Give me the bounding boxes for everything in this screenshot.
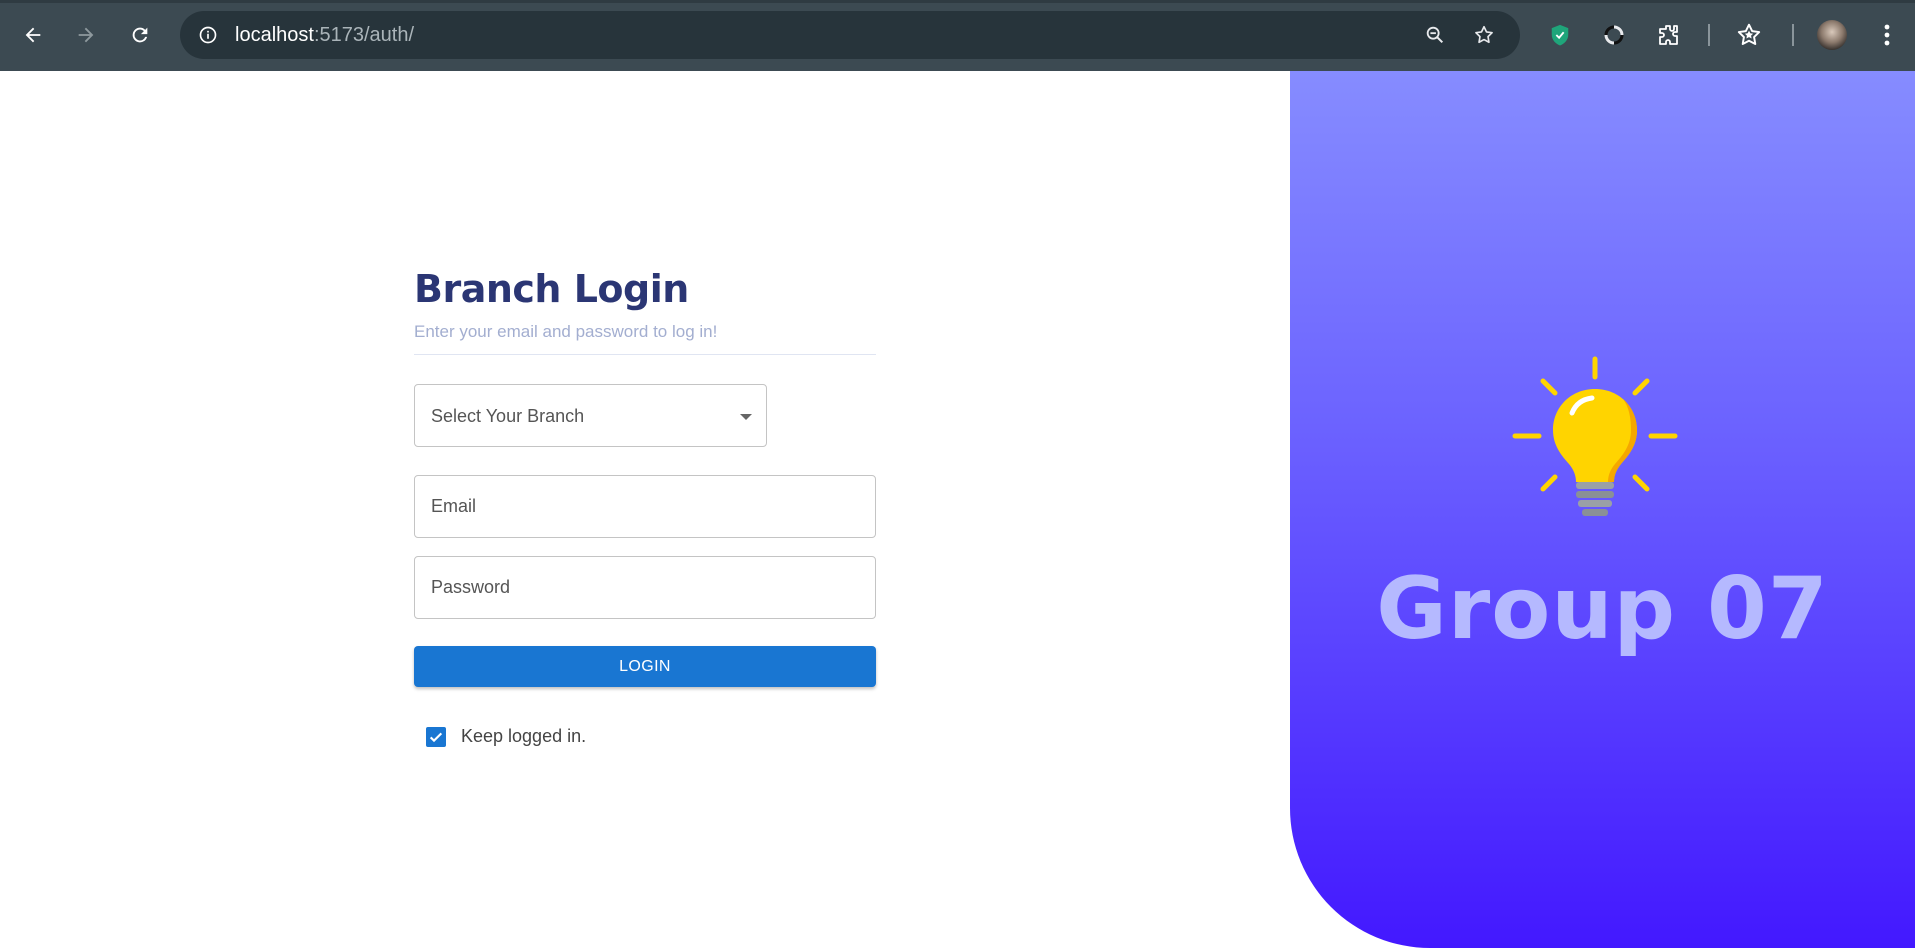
divider xyxy=(414,354,876,355)
keep-logged-in[interactable]: Keep logged in. xyxy=(426,726,586,747)
sync-extension-icon[interactable] xyxy=(1599,20,1629,50)
url-text[interactable]: localhost:5173/auth/ xyxy=(235,24,414,47)
login-form: Branch Login Enter your email and passwo… xyxy=(414,262,876,747)
password-field[interactable] xyxy=(414,556,876,619)
address-bar[interactable]: localhost:5173/auth/ xyxy=(180,11,1520,59)
login-button[interactable]: LOGIN xyxy=(414,646,876,687)
checkmark-icon xyxy=(429,732,443,742)
url-path: :5173/auth/ xyxy=(313,24,415,46)
chevron-down-icon xyxy=(740,414,752,420)
reload-icon xyxy=(132,27,148,43)
page-title: Branch Login xyxy=(414,267,689,311)
branch-select[interactable]: Select Your Branch xyxy=(414,384,767,447)
bookmark-star-icon[interactable] xyxy=(1472,23,1496,47)
hero-panel: Group 07 xyxy=(1290,71,1915,948)
browser-menu-icon[interactable] xyxy=(1872,20,1902,50)
shield-extension-icon[interactable] xyxy=(1545,20,1575,50)
light-bulb-icon xyxy=(1512,356,1678,516)
hero-title: Group 07 xyxy=(1376,559,1829,659)
back-button[interactable] xyxy=(17,19,49,51)
extensions-puzzle-icon[interactable] xyxy=(1654,20,1684,50)
keep-logged-in-label: Keep logged in. xyxy=(461,726,587,746)
toolbar-separator xyxy=(1708,24,1710,46)
email-field[interactable] xyxy=(414,475,876,538)
arrow-left-icon xyxy=(25,27,41,43)
profile-avatar[interactable] xyxy=(1817,20,1847,50)
toolbar-separator xyxy=(1792,24,1794,46)
zoom-icon[interactable] xyxy=(1423,23,1447,47)
url-host: localhost xyxy=(235,24,314,46)
reading-list-icon[interactable] xyxy=(1734,20,1764,50)
tab-strip-edge xyxy=(0,0,1915,3)
arrow-right-icon xyxy=(78,27,94,43)
page-subtitle: Enter your email and password to log in! xyxy=(414,322,718,341)
reload-button[interactable] xyxy=(124,19,156,51)
site-info-icon[interactable] xyxy=(196,23,220,47)
browser-toolbar: localhost:5173/auth/ xyxy=(0,0,1915,71)
forward-button[interactable] xyxy=(70,19,102,51)
keep-logged-in-checkbox[interactable] xyxy=(426,726,446,747)
branch-select-label: Select Your Branch xyxy=(431,406,585,426)
